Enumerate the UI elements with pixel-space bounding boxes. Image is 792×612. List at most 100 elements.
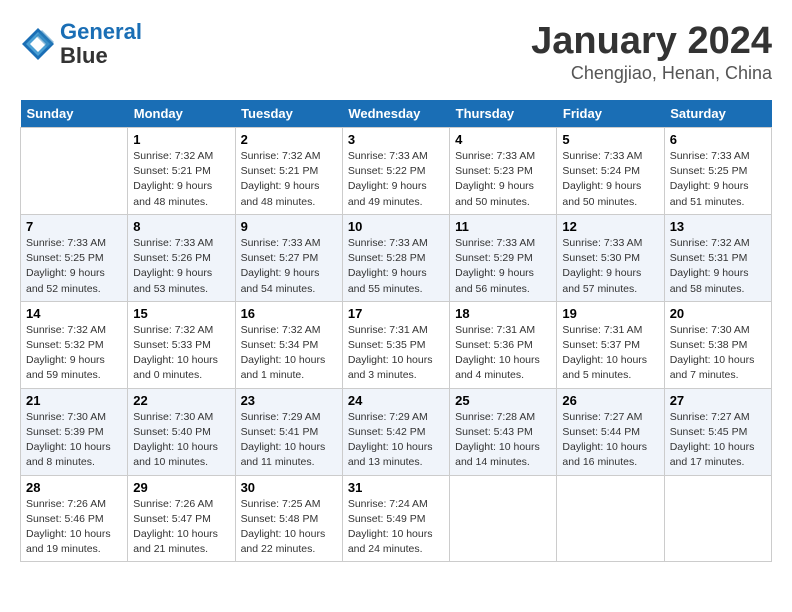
day-number: 12 [562, 219, 658, 234]
calendar-week-row: 21Sunrise: 7:30 AM Sunset: 5:39 PM Dayli… [21, 388, 772, 475]
calendar-cell: 29 Sunrise: 7:26 AM Sunset: 5:47 PM Dayli… [128, 475, 235, 562]
header-friday: Friday [557, 100, 664, 128]
day-number: 27 [670, 393, 766, 408]
calendar-week-row: 1Sunrise: 7:32 AM Sunset: 5:21 PM Daylig… [21, 128, 772, 215]
day-info: Sunrise: 7:24 AM Sunset: 5:49 PM Dayligh… [348, 497, 444, 558]
calendar-cell: 12 Sunrise: 7:33 AM Sunset: 5:30 PM Dayli… [557, 214, 664, 301]
day-info: Sunrise: 7:25 AM Sunset: 5:48 PM Dayligh… [241, 497, 337, 558]
logo-text: General Blue [60, 20, 142, 68]
day-number: 24 [348, 393, 444, 408]
header-wednesday: Wednesday [342, 100, 449, 128]
day-number: 29 [133, 480, 229, 495]
day-info: Sunrise: 7:30 AM Sunset: 5:40 PM Dayligh… [133, 410, 229, 471]
day-info: Sunrise: 7:32 AM Sunset: 5:32 PM Dayligh… [26, 323, 122, 384]
day-number: 9 [241, 219, 337, 234]
day-info: Sunrise: 7:32 AM Sunset: 5:34 PM Dayligh… [241, 323, 337, 384]
day-info: Sunrise: 7:32 AM Sunset: 5:31 PM Dayligh… [670, 236, 766, 297]
calendar-cell [450, 475, 557, 562]
calendar-cell: 24 Sunrise: 7:29 AM Sunset: 5:42 PM Dayli… [342, 388, 449, 475]
calendar-cell: 16 Sunrise: 7:32 AM Sunset: 5:34 PM Dayli… [235, 301, 342, 388]
day-number: 13 [670, 219, 766, 234]
day-info: Sunrise: 7:32 AM Sunset: 5:21 PM Dayligh… [133, 149, 229, 210]
page-header: General Blue January 2024 Chengjiao, Hen… [20, 20, 772, 84]
day-number: 6 [670, 132, 766, 147]
logo-line1: General [60, 19, 142, 44]
calendar-cell: 31 Sunrise: 7:24 AM Sunset: 5:49 PM Dayli… [342, 475, 449, 562]
day-number: 2 [241, 132, 337, 147]
day-info: Sunrise: 7:26 AM Sunset: 5:46 PM Dayligh… [26, 497, 122, 558]
calendar-cell: 30 Sunrise: 7:25 AM Sunset: 5:48 PM Dayli… [235, 475, 342, 562]
day-number: 7 [26, 219, 122, 234]
calendar-cell: 6 Sunrise: 7:33 AM Sunset: 5:25 PM Daylig… [664, 128, 771, 215]
calendar-cell: 28 Sunrise: 7:26 AM Sunset: 5:46 PM Dayli… [21, 475, 128, 562]
day-number: 28 [26, 480, 122, 495]
day-info: Sunrise: 7:33 AM Sunset: 5:28 PM Dayligh… [348, 236, 444, 297]
day-number: 14 [26, 306, 122, 321]
day-info: Sunrise: 7:33 AM Sunset: 5:30 PM Dayligh… [562, 236, 658, 297]
logo: General Blue [20, 20, 142, 68]
day-number: 4 [455, 132, 551, 147]
day-info: Sunrise: 7:27 AM Sunset: 5:45 PM Dayligh… [670, 410, 766, 471]
day-info: Sunrise: 7:33 AM Sunset: 5:23 PM Dayligh… [455, 149, 551, 210]
calendar-cell: 13 Sunrise: 7:32 AM Sunset: 5:31 PM Dayli… [664, 214, 771, 301]
day-info: Sunrise: 7:33 AM Sunset: 5:26 PM Dayligh… [133, 236, 229, 297]
calendar-cell: 18Sunrise: 7:31 AM Sunset: 5:36 PM Dayli… [450, 301, 557, 388]
day-info: Sunrise: 7:32 AM Sunset: 5:21 PM Dayligh… [241, 149, 337, 210]
header-saturday: Saturday [664, 100, 771, 128]
calendar-cell: 14 Sunrise: 7:32 AM Sunset: 5:32 PM Dayli… [21, 301, 128, 388]
day-info: Sunrise: 7:32 AM Sunset: 5:33 PM Dayligh… [133, 323, 229, 384]
day-info: Sunrise: 7:33 AM Sunset: 5:25 PM Dayligh… [670, 149, 766, 210]
calendar-header-row: SundayMondayTuesdayWednesdayThursdayFrid… [21, 100, 772, 128]
day-number: 30 [241, 480, 337, 495]
day-number: 21 [26, 393, 122, 408]
title-block: January 2024 Chengjiao, Henan, China [531, 20, 772, 84]
day-info: Sunrise: 7:33 AM Sunset: 5:22 PM Dayligh… [348, 149, 444, 210]
day-info: Sunrise: 7:31 AM Sunset: 5:37 PM Dayligh… [562, 323, 658, 384]
calendar-cell: 9 Sunrise: 7:33 AM Sunset: 5:27 PM Daylig… [235, 214, 342, 301]
calendar-cell [557, 475, 664, 562]
calendar-cell: 27 Sunrise: 7:27 AM Sunset: 5:45 PM Dayli… [664, 388, 771, 475]
day-number: 16 [241, 306, 337, 321]
day-number: 3 [348, 132, 444, 147]
day-info: Sunrise: 7:28 AM Sunset: 5:43 PM Dayligh… [455, 410, 551, 471]
day-info: Sunrise: 7:31 AM Sunset: 5:35 PM Dayligh… [348, 323, 444, 384]
day-number: 5 [562, 132, 658, 147]
header-sunday: Sunday [21, 100, 128, 128]
calendar-cell: 11Sunrise: 7:33 AM Sunset: 5:29 PM Dayli… [450, 214, 557, 301]
day-number: 11 [455, 219, 551, 234]
calendar-week-row: 14 Sunrise: 7:32 AM Sunset: 5:32 PM Dayli… [21, 301, 772, 388]
calendar-cell: 10Sunrise: 7:33 AM Sunset: 5:28 PM Dayli… [342, 214, 449, 301]
header-tuesday: Tuesday [235, 100, 342, 128]
calendar-cell: 19Sunrise: 7:31 AM Sunset: 5:37 PM Dayli… [557, 301, 664, 388]
calendar-subtitle: Chengjiao, Henan, China [531, 63, 772, 84]
day-info: Sunrise: 7:29 AM Sunset: 5:42 PM Dayligh… [348, 410, 444, 471]
calendar-week-row: 7 Sunrise: 7:33 AM Sunset: 5:25 PM Daylig… [21, 214, 772, 301]
day-number: 31 [348, 480, 444, 495]
day-number: 25 [455, 393, 551, 408]
calendar-cell: 21Sunrise: 7:30 AM Sunset: 5:39 PM Dayli… [21, 388, 128, 475]
calendar-cell [664, 475, 771, 562]
day-number: 26 [562, 393, 658, 408]
day-number: 22 [133, 393, 229, 408]
day-info: Sunrise: 7:33 AM Sunset: 5:27 PM Dayligh… [241, 236, 337, 297]
calendar-cell: 4 Sunrise: 7:33 AM Sunset: 5:23 PM Daylig… [450, 128, 557, 215]
header-monday: Monday [128, 100, 235, 128]
day-info: Sunrise: 7:29 AM Sunset: 5:41 PM Dayligh… [241, 410, 337, 471]
calendar-cell [21, 128, 128, 215]
calendar-cell: 23Sunrise: 7:29 AM Sunset: 5:41 PM Dayli… [235, 388, 342, 475]
calendar-cell: 26Sunrise: 7:27 AM Sunset: 5:44 PM Dayli… [557, 388, 664, 475]
day-info: Sunrise: 7:26 AM Sunset: 5:47 PM Dayligh… [133, 497, 229, 558]
day-info: Sunrise: 7:33 AM Sunset: 5:25 PM Dayligh… [26, 236, 122, 297]
calendar-cell: 5Sunrise: 7:33 AM Sunset: 5:24 PM Daylig… [557, 128, 664, 215]
day-info: Sunrise: 7:31 AM Sunset: 5:36 PM Dayligh… [455, 323, 551, 384]
calendar-cell: 25 Sunrise: 7:28 AM Sunset: 5:43 PM Dayli… [450, 388, 557, 475]
day-number: 17 [348, 306, 444, 321]
calendar-table: SundayMondayTuesdayWednesdayThursdayFrid… [20, 100, 772, 562]
day-number: 8 [133, 219, 229, 234]
logo-icon [20, 26, 56, 62]
logo-line2: Blue [60, 44, 142, 68]
day-number: 20 [670, 306, 766, 321]
calendar-cell: 3 Sunrise: 7:33 AM Sunset: 5:22 PM Daylig… [342, 128, 449, 215]
calendar-cell: 17 Sunrise: 7:31 AM Sunset: 5:35 PM Dayli… [342, 301, 449, 388]
calendar-cell: 7 Sunrise: 7:33 AM Sunset: 5:25 PM Daylig… [21, 214, 128, 301]
